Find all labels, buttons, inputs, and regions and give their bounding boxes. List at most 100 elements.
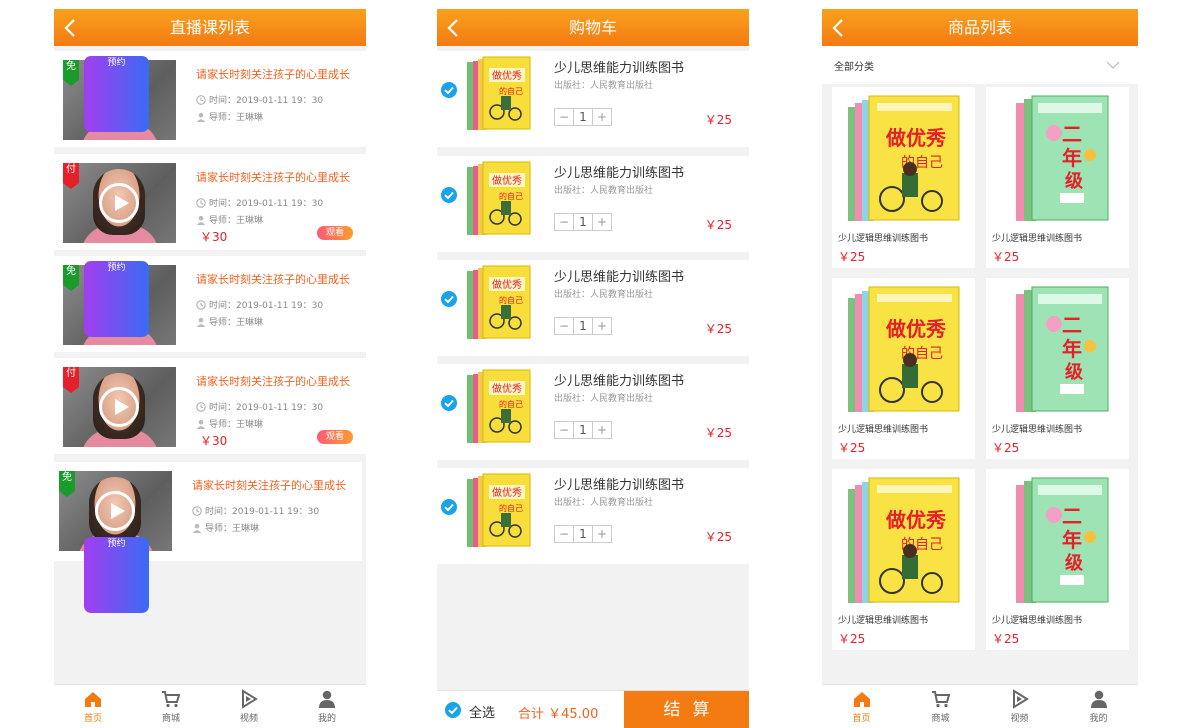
watch-button[interactable]: 观看 [317,430,353,444]
decrease-button[interactable]: − [555,422,573,438]
category-filter[interactable]: 全部分类 [822,46,1138,84]
live-course-item[interactable]: 免 请家长时刻关注孩子的心里成长 时间：2019-01-11 19：30 导师：王琳琳… [54,51,366,147]
increase-button[interactable]: + [593,526,611,542]
book-cover-image[interactable]: 做优秀 的自己 [467,265,532,341]
video-thumbnail[interactable]: 付 [63,163,176,243]
book-cover-image[interactable]: 做优秀 的自己 [467,369,532,445]
item-checkbox[interactable] [441,82,457,98]
tab-home[interactable]: 首页 [822,685,901,728]
live-course-item[interactable]: 付 请家长时刻关注孩子的心里成长 时间：2019-01-11 19：30 导师：王琳琳… [54,154,366,250]
play-icon[interactable] [99,387,139,427]
back-button[interactable] [64,9,84,46]
cart-item: 做优秀 的自己 少儿思维能力训练图书 出版社：人民教育出版社 −1 + ￥25 [437,260,749,356]
book-cover-image[interactable]: 做优秀 的自己 [467,161,532,237]
product-name[interactable]: 少儿思维能力训练图书 [554,474,684,493]
tab-label: 首页 [852,714,871,724]
book-button[interactable]: 预约 [84,537,149,613]
tab-user[interactable]: 我的 [288,685,366,728]
product-card[interactable]: 做优秀 的自己 少儿逻辑思维训练图书 ￥25 [832,469,975,650]
product-image[interactable]: 做优秀 的自己 [844,475,964,605]
course-teacher-text: 导师：王琳琳 [209,318,264,328]
course-title[interactable]: 请家长时刻关注孩子的心里成长 [196,373,350,389]
product-publisher: 出版社：人民教育出版社 [554,498,654,508]
svg-text:二: 二 [1062,122,1082,146]
checkout-button[interactable]: 结算 [624,691,749,728]
course-title[interactable]: 请家长时刻关注孩子的心里成长 [192,477,346,493]
back-button[interactable] [447,9,467,46]
quantity-value[interactable]: 1 [573,422,593,438]
decrease-button[interactable]: − [555,526,573,542]
tab-user[interactable]: 我的 [1059,685,1138,728]
course-teacher-text: 导师：王琳琳 [205,524,260,534]
product-card[interactable]: 二年级少儿逻辑思维训练图书 ￥25 [986,278,1129,459]
product-image[interactable]: 做优秀 的自己 [844,284,964,414]
play-icon[interactable] [95,491,135,531]
course-title[interactable]: 请家长时刻关注孩子的心里成长 [196,169,350,185]
quantity-value[interactable]: 1 [573,526,593,542]
product-card[interactable]: 二年级少儿逻辑思维训练图书 ￥25 [986,469,1129,650]
product-name: 少儿逻辑思维训练图书 [992,425,1083,435]
product-card[interactable]: 做优秀 的自己 少儿逻辑思维训练图书 ￥25 [832,87,975,268]
header: 购物车 [437,9,749,46]
item-checkbox[interactable] [441,499,457,515]
back-button[interactable] [832,9,852,46]
cart-icon [162,691,181,708]
decrease-button[interactable]: − [555,214,573,230]
chevron-down-icon [1106,61,1120,69]
course-time: 时间：2019-01-11 19：30 [192,504,319,517]
increase-button[interactable]: + [593,214,611,230]
product-card[interactable]: 做优秀 的自己 少儿逻辑思维训练图书 ￥25 [832,278,975,459]
book-cover-image[interactable]: 做优秀 的自己 [467,56,532,132]
watch-button[interactable]: 观看 [317,226,353,240]
product-publisher: 出版社：人民教育出版社 [554,186,654,196]
course-title[interactable]: 请家长时刻关注孩子的心里成长 [196,66,350,82]
quantity-value[interactable]: 1 [573,109,593,125]
product-image[interactable]: 二年级 [998,475,1118,605]
increase-button[interactable]: + [593,109,611,125]
item-checkbox[interactable] [441,395,457,411]
select-all-label[interactable]: 全选 [469,702,495,721]
book-button[interactable]: 预约 [84,261,149,337]
course-time-text: 时间：2019-01-11 19：30 [209,96,324,106]
book-cover-image[interactable]: 做优秀 的自己 [467,473,532,549]
tab-home[interactable]: 首页 [54,685,132,728]
product-price: ￥25 [992,250,1020,264]
goods-screen: 商品列表 全部分类 做优秀 的自己 少儿逻辑思维训练图书 ￥25 二年级少儿逻辑思维训练… [822,9,1138,728]
product-card[interactable]: 二年级少儿逻辑思维训练图书 ￥25 [986,87,1129,268]
product-image[interactable]: 做优秀 的自己 [844,93,964,223]
item-checkbox[interactable] [441,187,457,203]
tab-video[interactable]: 视频 [980,685,1059,728]
tab-label: 视频 [239,714,258,724]
tab-cart[interactable]: 商城 [901,685,980,728]
svg-text:做优秀: 做优秀 [492,486,522,499]
decrease-button[interactable]: − [555,109,573,125]
product-name[interactable]: 少儿思维能力训练图书 [554,162,684,181]
clock-icon [192,505,202,516]
product-image[interactable]: 二年级 [998,93,1118,223]
increase-button[interactable]: + [593,318,611,334]
user-icon [192,523,202,533]
video-icon [1012,689,1029,709]
video-thumbnail[interactable]: 付 [63,367,176,447]
select-all-checkbox[interactable] [445,702,461,718]
live-course-item[interactable]: 免 请家长时刻关注孩子的心里成长 时间：2019-01-11 19：30 导师：王琳琳… [54,256,366,352]
play-icon[interactable] [99,183,139,223]
tab-video[interactable]: 视频 [210,685,288,728]
product-publisher: 出版社：人民教育出版社 [554,81,654,91]
book-button[interactable]: 预约 [84,56,149,132]
quantity-value[interactable]: 1 [573,214,593,230]
item-checkbox[interactable] [441,291,457,307]
product-name[interactable]: 少儿思维能力训练图书 [554,370,684,389]
tab-cart[interactable]: 商城 [132,685,210,728]
product-name[interactable]: 少儿思维能力训练图书 [554,57,684,76]
svg-text:的自己: 的自己 [499,86,523,96]
course-title[interactable]: 请家长时刻关注孩子的心里成长 [196,271,350,287]
product-name[interactable]: 少儿思维能力训练图书 [554,266,684,285]
product-image[interactable]: 二年级 [998,284,1118,414]
quantity-value[interactable]: 1 [573,318,593,334]
increase-button[interactable]: + [593,422,611,438]
product-name: 少儿逻辑思维训练图书 [992,234,1083,244]
live-course-item[interactable]: 付 请家长时刻关注孩子的心里成长 时间：2019-01-11 19：30 导师：王琳琳… [54,358,366,454]
decrease-button[interactable]: − [555,318,573,334]
live-course-item[interactable]: 免 请家长时刻关注孩子的心里成长 时间：2019-01-11 19：30 导师：王琳琳… [54,462,362,613]
